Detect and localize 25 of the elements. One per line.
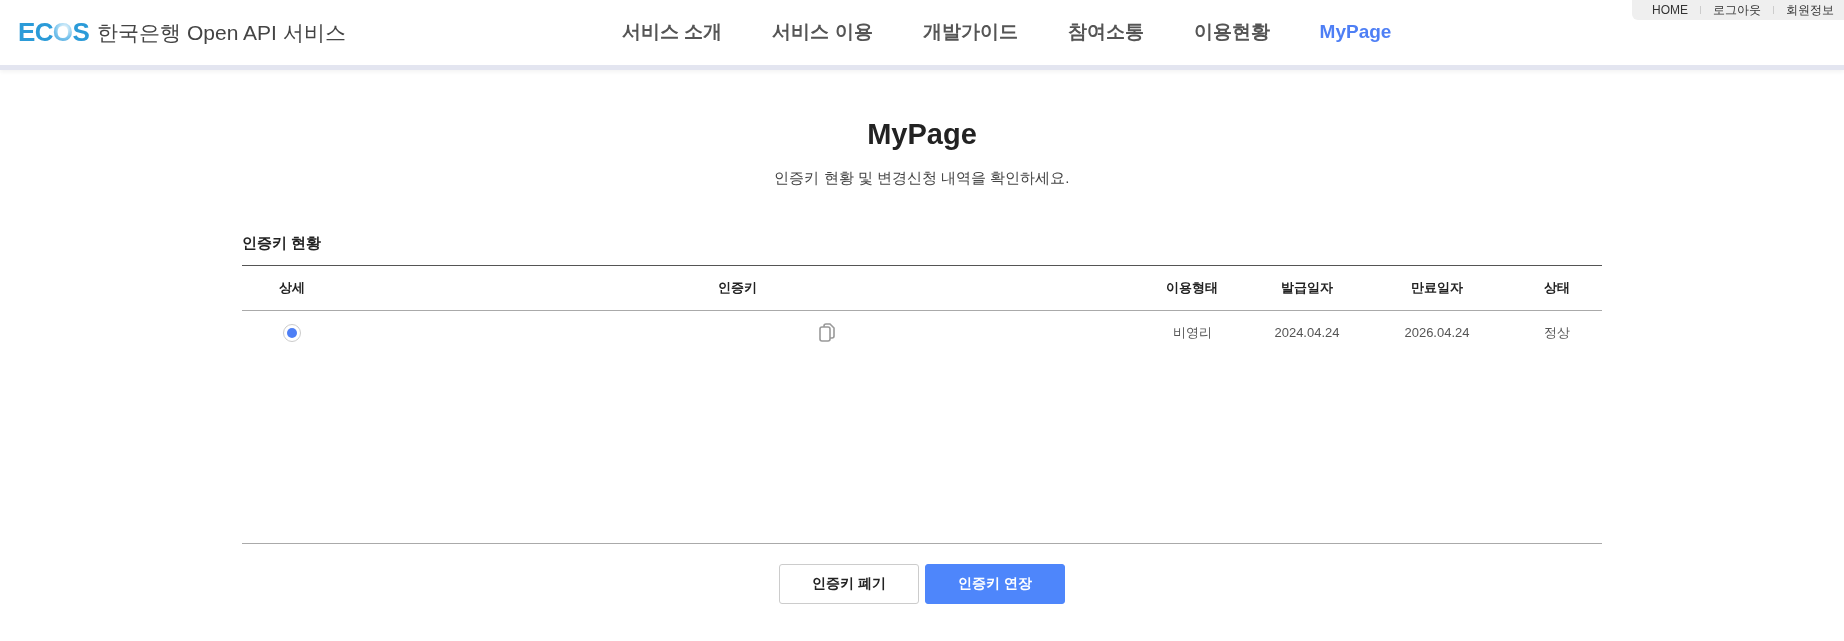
section-title: 인증키 현황: [242, 233, 323, 253]
column-header: 이용형태: [1165, 278, 1219, 297]
revoke-button[interactable]: 인증키 폐기: [779, 563, 919, 604]
nav-item[interactable]: MyPage: [1319, 18, 1392, 47]
utility-link[interactable]: 회원정보: [1786, 1, 1834, 19]
table-cell-text: 비영리: [1171, 323, 1213, 342]
nav-item[interactable]: 개발가이드: [922, 18, 1018, 47]
utility-link[interactable]: 로그아웃: [1713, 1, 1761, 19]
table-cell-text: 2026.04.24: [1403, 323, 1471, 342]
column-header: 발급일자: [1280, 278, 1334, 297]
table-cell-text: 2024.04.24: [1273, 323, 1341, 342]
page-title: MyPage: [866, 117, 978, 152]
column-header: 상세: [278, 278, 306, 297]
column-header: 인증키: [716, 278, 758, 297]
nav-item[interactable]: 서비스 이용: [772, 18, 873, 47]
table-cell-text: 정상: [1543, 323, 1571, 342]
utility-link[interactable]: HOME: [1652, 1, 1688, 19]
nav-item[interactable]: 참여소통: [1067, 18, 1144, 47]
nav-item[interactable]: 이용현황: [1193, 18, 1270, 47]
copy-icon[interactable]: [819, 323, 835, 342]
nav-item[interactable]: 서비스 소개: [622, 18, 723, 47]
service-name: 한국은행 Open API 서비스: [97, 19, 346, 46]
column-header: 상태: [1543, 278, 1571, 297]
page-subtitle: 인증키 현황 및 변경신청 내역을 확인하세요.: [773, 167, 1071, 188]
column-header: 만료일자: [1410, 278, 1464, 297]
